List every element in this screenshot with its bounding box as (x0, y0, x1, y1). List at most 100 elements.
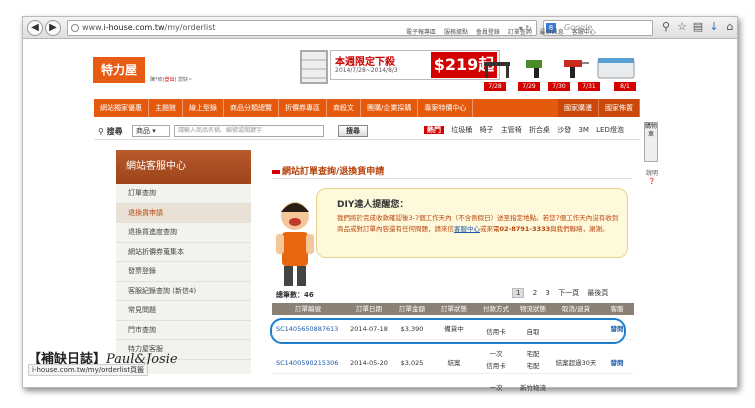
sidebar-item-service-records[interactable]: 客服紀錄查詢 (新信4) (116, 282, 251, 301)
menu-item-right[interactable]: 國家佈置 (599, 99, 640, 117)
search-button[interactable]: 搜尋 (338, 125, 368, 137)
bookmark-star-icon[interactable]: ☆ (675, 20, 689, 34)
search-label: ⚲ 搜尋 (98, 127, 123, 136)
last-page-link[interactable]: 最後頁 (587, 289, 608, 297)
day-tag[interactable]: 7/31 (578, 82, 600, 91)
help-label: 說明 (646, 170, 659, 177)
top-link[interactable]: 服務據點 (444, 29, 468, 36)
sidebar-item-stores[interactable]: 門市查詢 (116, 321, 251, 340)
menu-item[interactable]: 專案特價中心 (418, 99, 474, 117)
sidebar-item-invoice[interactable]: 發票登錄 (116, 262, 251, 282)
table-row: SC1400590215306 2014-05-20 $3,025 結案 信用卡… (272, 352, 634, 392)
back-icon[interactable]: ◀ (27, 20, 43, 36)
sidebar-item-orders[interactable]: 訂單查詢 (116, 184, 251, 204)
menu-right-group: 國家購漫 國家佈置 (558, 99, 640, 117)
col-header: 物流狀態 (520, 305, 546, 313)
search-icon[interactable]: ⚲ (659, 20, 673, 34)
sidebar-item-returns[interactable]: 退換貨申請 (116, 203, 251, 223)
sidebar-item-return-progress[interactable]: 退換貨進度查詢 (116, 223, 251, 243)
promo-banner[interactable]: 本週限定下殺 2014/7/28~2014/8/3 $219起 7/28 7/2… (278, 46, 642, 94)
ask-question-link[interactable]: 發問 (600, 352, 634, 374)
top-link[interactable]: 客服中心 (572, 29, 596, 36)
menu-item[interactable]: 團購/企業採購 (361, 99, 419, 117)
status-bar: i-house.com.tw/my/orderlist頁籤 (28, 364, 149, 376)
shipping-line-2: 新竹物流 (520, 384, 546, 392)
hot-term[interactable]: 折合桌 (529, 126, 550, 134)
url-prefix: www. (82, 23, 104, 32)
hot-term[interactable]: 椅子 (479, 126, 493, 134)
menu-item[interactable]: 主題館 (149, 99, 183, 117)
diy-mascot-icon (276, 202, 314, 286)
user-greeting: 陳*欣(登出) 您好~ (150, 76, 192, 83)
shipping-status: 宅配 新竹物流 (516, 355, 550, 399)
col-header: 訂單狀態 (441, 305, 467, 313)
url-path: /my/orderlist (164, 23, 216, 32)
menu-item[interactable]: 商品分類總覽 (224, 99, 279, 117)
page-title: 網站訂單查詢/退換貨申請 (272, 164, 384, 177)
col-header: 付款方式 (483, 305, 509, 313)
top-link[interactable]: 電子報專區 (406, 29, 436, 36)
tip-text-3: 與我們聯絡，謝謝。 (550, 225, 609, 233)
menu-item[interactable]: 折價券專區 (279, 99, 327, 117)
day-tag[interactable]: 8/1 (614, 82, 636, 91)
logout-link[interactable]: 登出 (164, 77, 174, 83)
shipping-line-1: 宅配 (526, 362, 540, 370)
tip-text: 我們將於完成收款確認後3-7個工作天內（不含例假日）送至指定地點。若您7個工作天… (337, 213, 619, 235)
bookmarks-list-icon[interactable]: ▤ (691, 20, 705, 34)
menu-item[interactable]: 網站獨家優惠 (94, 99, 149, 117)
page-link[interactable]: 2 (533, 289, 537, 297)
greeting-suffix: ) 您好~ (174, 77, 193, 83)
help-float-button[interactable]: 說明 ❓ (646, 170, 658, 186)
hot-term[interactable]: 3M (578, 126, 589, 134)
hot-term[interactable]: 垃圾桶 (451, 126, 472, 134)
day-tag[interactable]: 7/30 (548, 82, 570, 91)
page-link[interactable]: 3 (545, 289, 549, 297)
top-link[interactable]: 會員登錄 (476, 29, 500, 36)
shelf-product-image (300, 50, 328, 84)
day-tag[interactable]: 7/28 (484, 82, 506, 91)
sidebar-item-coupons[interactable]: 網站折價券蒐集本 (116, 243, 251, 262)
service-center-link[interactable]: 客服中心 (454, 225, 480, 233)
sidebar-title: 網站客服中心 (116, 150, 251, 184)
menu-item-right[interactable]: 國家購漫 (558, 99, 599, 117)
highlight-circle (270, 318, 626, 344)
promo-title: 本週限定下殺 (335, 57, 395, 68)
title-bar-icon (272, 169, 280, 174)
search-label-text: 搜尋 (106, 127, 123, 136)
day-tag[interactable]: 7/29 (518, 82, 540, 91)
hot-term[interactable]: 主管椅 (501, 126, 522, 134)
order-id-link[interactable]: SC1400590215306 (276, 352, 348, 374)
hot-badge: 熱門 (424, 126, 444, 134)
forward-icon[interactable]: ▶ (45, 20, 61, 36)
bench-product-image (484, 62, 510, 78)
hot-term[interactable]: LED燈泡 (596, 126, 624, 134)
col-header: 訂單金額 (399, 305, 425, 313)
order-amount: $3,025 (400, 359, 424, 367)
hot-term[interactable]: 沙發 (557, 126, 571, 134)
col-header: 客服 (610, 305, 624, 313)
promo-dates: 2014/7/28~2014/8/3 (335, 67, 398, 74)
home-icon[interactable]: ⌂ (723, 20, 737, 34)
page-link-current[interactable]: 1 (512, 288, 525, 298)
top-link[interactable]: 訂單查詢 (508, 29, 532, 36)
download-icon[interactable]: ↓ (707, 20, 721, 34)
category-value: 商品 (136, 127, 150, 135)
site-search-input[interactable]: 請輸入商品名稱、編號或關鍵字 (174, 125, 324, 137)
cancel-return: 結案超過30天 (555, 359, 597, 367)
order-date: 2014-05-20 (350, 359, 388, 367)
main-menu: 網站獨家優惠 主題館 線上型錄 商品分類總覽 折價券專區 商殺文 團購/企業採購 專案特價中心… (94, 99, 640, 117)
url-domain: i-house.com.tw (103, 23, 165, 32)
next-page-link[interactable]: 下一頁 (558, 289, 579, 297)
payment-line-1: 信用卡 (486, 362, 506, 370)
category-select[interactable]: 商品 ▾ (132, 125, 170, 137)
greeting-prefix: 陳*欣( (150, 77, 165, 83)
col-header: 取消/退貨 (561, 305, 591, 313)
sidebar-item-faq[interactable]: 常見問題 (116, 301, 251, 321)
cart-float-button[interactable]: 購物車 (644, 122, 658, 162)
site-logo[interactable]: 特力屋 (93, 57, 145, 83)
menu-item[interactable]: 線上型錄 (183, 99, 224, 117)
payment-method: 信用卡 一次 (478, 355, 514, 399)
promo-box: 本週限定下殺 2014/7/28~2014/8/3 $219起 (330, 50, 500, 80)
menu-item[interactable]: 商殺文 (327, 99, 361, 117)
top-link[interactable]: 最新訊息 (540, 29, 564, 36)
